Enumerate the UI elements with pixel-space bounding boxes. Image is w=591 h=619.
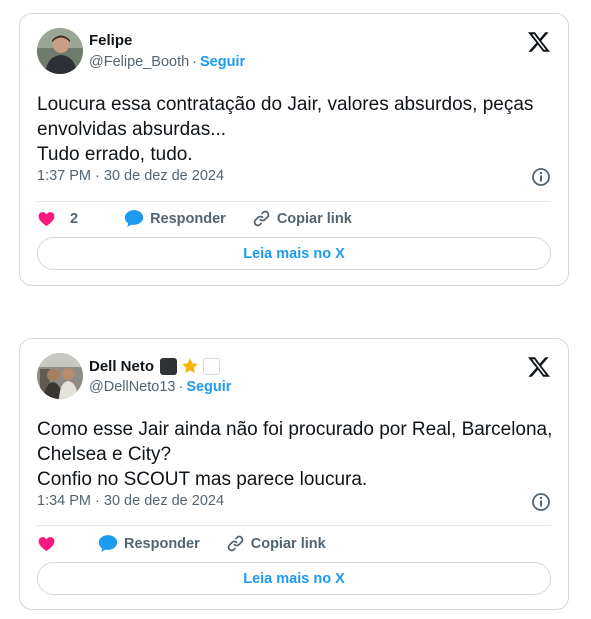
speech-bubble-icon bbox=[98, 535, 118, 552]
read-more-button[interactable]: Leia mais no X bbox=[37, 562, 551, 595]
author-handle[interactable]: @Felipe_Booth bbox=[89, 54, 189, 70]
author-name[interactable]: Felipe bbox=[89, 32, 132, 49]
avatar[interactable] bbox=[37, 28, 83, 74]
handle-row: @Felipe_Booth · Seguir bbox=[89, 54, 245, 70]
tweet-text: Loucura essa contratação do Jair, valore… bbox=[37, 94, 534, 165]
info-icon[interactable] bbox=[531, 492, 551, 512]
copy-link-button[interactable]: Copiar link bbox=[252, 209, 352, 228]
star-icon bbox=[182, 358, 198, 374]
reply-label: Responder bbox=[150, 210, 226, 227]
reply-label: Responder bbox=[124, 535, 200, 552]
author-handle[interactable]: @DellNeto13 bbox=[89, 379, 175, 395]
action-bar: 2 Responder Copiar link bbox=[37, 209, 378, 228]
author-name-row: Felipe bbox=[89, 32, 132, 49]
white-square-emoji bbox=[203, 357, 221, 375]
heart-icon bbox=[38, 537, 55, 552]
info-icon[interactable] bbox=[531, 167, 551, 187]
tweet-text: Como esse Jair ainda não foi procurado p… bbox=[37, 419, 553, 490]
link-icon bbox=[253, 210, 270, 227]
copy-link-label: Copiar link bbox=[250, 535, 326, 552]
tweet-card: Dell Neto @DellNeto13 · Seguir Como esse J… bbox=[19, 338, 569, 610]
reply-button[interactable]: Responder bbox=[98, 534, 200, 553]
read-more-button[interactable]: Leia mais no X bbox=[37, 237, 551, 270]
reply-button[interactable]: Responder bbox=[124, 209, 226, 228]
x-logo-icon[interactable] bbox=[527, 355, 551, 379]
handle-row: @DellNeto13 · Seguir bbox=[89, 379, 231, 395]
like-count: 2 bbox=[70, 210, 79, 227]
separator-dot: · bbox=[192, 54, 198, 70]
tweet-card: Felipe @Felipe_Booth · Seguir Loucura essa… bbox=[19, 13, 569, 286]
follow-button[interactable]: Seguir bbox=[186, 379, 231, 395]
action-bar: Responder Copiar link bbox=[37, 534, 352, 553]
black-square-emoji bbox=[160, 357, 178, 375]
tweet-timestamp[interactable]: 1:37 PM · 30 de dez de 2024 bbox=[37, 168, 224, 184]
follow-button[interactable]: Seguir bbox=[200, 54, 245, 70]
heart-icon bbox=[38, 212, 55, 227]
author-name[interactable]: Dell Neto bbox=[89, 358, 154, 375]
link-icon bbox=[227, 535, 244, 552]
author-name-row: Dell Neto bbox=[89, 357, 221, 375]
like-button[interactable]: 2 bbox=[37, 209, 98, 228]
avatar[interactable] bbox=[37, 353, 83, 399]
tweet-timestamp[interactable]: 1:34 PM · 30 de dez de 2024 bbox=[37, 493, 224, 509]
x-logo-icon[interactable] bbox=[527, 30, 551, 54]
speech-bubble-icon bbox=[124, 210, 144, 227]
divider bbox=[37, 525, 551, 526]
copy-link-button[interactable]: Copiar link bbox=[226, 534, 326, 553]
separator-dot: · bbox=[178, 379, 184, 395]
copy-link-label: Copiar link bbox=[276, 210, 352, 227]
divider bbox=[37, 201, 551, 202]
like-button[interactable] bbox=[37, 534, 56, 553]
